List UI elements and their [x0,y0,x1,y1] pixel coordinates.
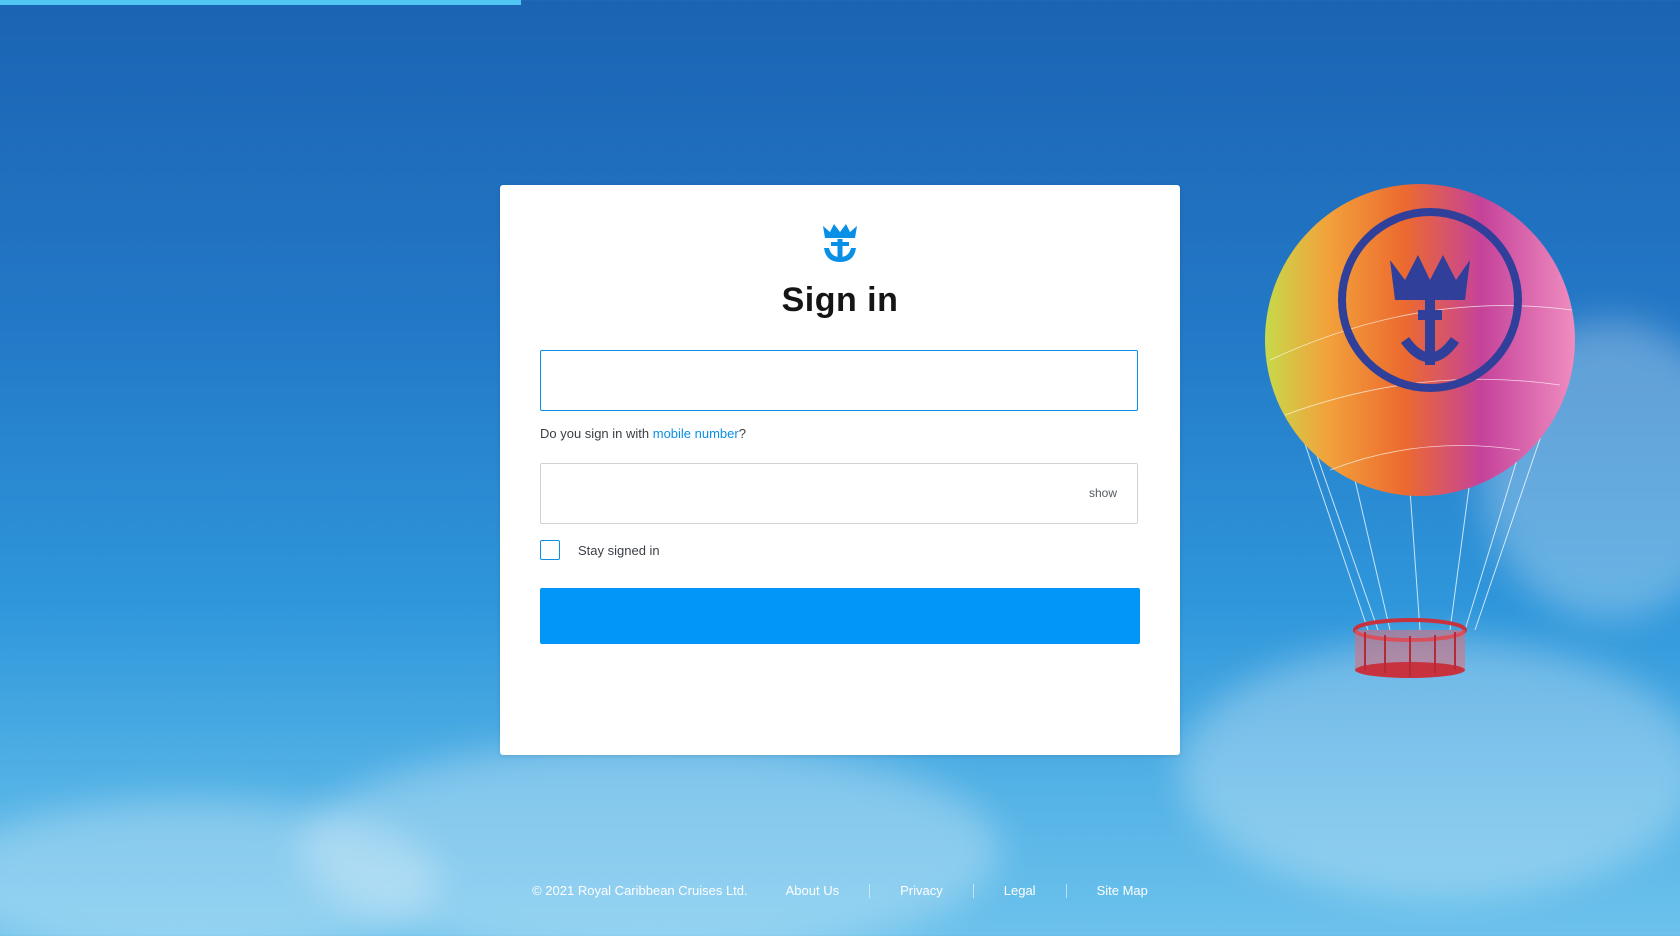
email-field[interactable] [540,350,1138,411]
stay-signed-in-row: Stay signed in [540,539,660,561]
stay-signed-in-checkbox[interactable] [540,540,560,560]
footer-link-about-us[interactable]: About Us [786,883,839,898]
hot-air-balloon-image [1265,184,1575,678]
sign-in-button[interactable] [540,588,1140,644]
footer-link-site-map[interactable]: Site Map [1097,883,1148,898]
footer-divider [972,883,974,898]
page-title: Sign in [781,281,899,319]
password-input[interactable] [541,464,1137,523]
crown-anchor-icon [823,224,857,262]
footer-link-legal[interactable]: Legal [1004,883,1036,898]
mobile-signin-suffix: ? [738,426,746,441]
show-password-toggle[interactable]: show [1089,486,1117,500]
password-field[interactable]: show [540,463,1138,524]
page-load-progress-bar [0,0,521,5]
footer-link-privacy[interactable]: Privacy [900,883,943,898]
footer-divider [1065,883,1067,898]
copyright-text: © 2021 Royal Caribbean Cruises Ltd. [532,883,748,898]
mobile-number-link[interactable]: mobile number [653,426,739,441]
email-input[interactable] [541,351,1137,410]
footer: © 2021 Royal Caribbean Cruises Ltd. Abou… [0,883,1680,898]
signin-card: Sign in Do you sign in with mobile numbe… [500,185,1180,755]
mobile-signin-prompt: Do you sign in with [540,426,653,441]
stay-signed-in-label: Stay signed in [578,542,660,558]
mobile-signin-hint: Do you sign in with mobile number? [540,426,746,441]
footer-divider [869,883,871,898]
